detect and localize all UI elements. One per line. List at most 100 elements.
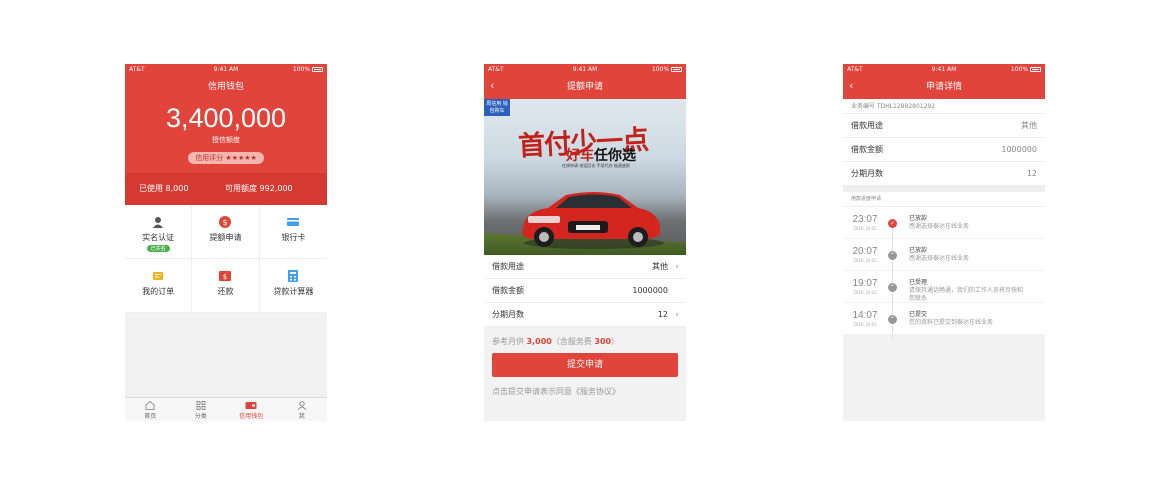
arrow-up-icon: ⌃ — [888, 251, 897, 260]
battery-icon — [312, 67, 323, 72]
banner-features: 在线申请 电话回访 手续代办 极速放款 — [562, 163, 630, 168]
svg-text:$: $ — [223, 273, 227, 281]
dollar-icon: $ — [219, 216, 232, 228]
agreement-link[interactable]: 点击提交申请表示同意《服务协议》 — [484, 377, 686, 397]
arrow-up-icon: ⌃ — [888, 283, 897, 292]
used-amount: 已使用 8,000 — [139, 184, 189, 193]
row-value: 1000000 — [632, 286, 668, 295]
tab-category[interactable]: 分类 — [176, 398, 227, 421]
apply-header: AT&T 9:41 AM 100% ‹ 提额申请 — [484, 64, 686, 99]
grid-item-repay[interactable]: $ 还款 — [192, 259, 260, 313]
grid-item-orders[interactable]: 我的订单 — [125, 259, 193, 313]
function-grid: 实名认证 已实名 $ 提额申请 银行卡 我的订单 $ 还款 贷款计算器 — [125, 205, 327, 313]
item-date: 2016-10-05 — [853, 226, 877, 231]
status-bar: AT&T 9:41 AM 100% — [484, 64, 686, 76]
item-title: 已受理 — [909, 279, 928, 286]
home-icon — [145, 401, 155, 410]
category-icon — [196, 401, 206, 410]
tab-label: 分类 — [194, 413, 207, 420]
row-value: 12 — [657, 310, 668, 319]
wallet-icon — [245, 402, 257, 409]
credit-amount: 3,400,000 — [165, 103, 287, 133]
banner-ribbon: 周信用 钱包购车 — [484, 99, 510, 116]
tab-label: 首页 — [144, 413, 157, 420]
order-icon — [153, 272, 164, 280]
grid-item-verify[interactable]: 实名认证 已实名 — [125, 205, 193, 259]
credit-summary: 3,400,000 授信额度 信用评分 ★★★★★ 已使用 8,000 可用额度… — [125, 99, 327, 205]
battery-label: 100% — [651, 66, 670, 73]
form-row-months[interactable]: 分期月数 12 › — [484, 303, 686, 327]
tab-label: 信用钱包 — [239, 413, 264, 420]
progress-title: 用款进度申请 — [843, 192, 1045, 207]
progress-timeline: 23:07 2016-10-05 ✓ 已放款 感谢选择泰达在线业务 20:07 … — [843, 207, 1045, 339]
item-desc: 您的资料已提交到泰达在线业务 — [909, 319, 994, 326]
detail-header: AT&T 9:41 AM 100% ‹ 申请详情 — [843, 64, 1045, 99]
grid-item-calculator[interactable]: 贷款计算器 — [259, 259, 327, 313]
promo-banner[interactable]: 周信用 钱包购车 首付少一点 好车任你选 在线申请 电话回访 手续代办 极速放款 — [484, 99, 686, 255]
row-value: 其他 — [652, 262, 668, 271]
bank-card-icon — [287, 218, 300, 226]
battery-icon — [1030, 67, 1041, 72]
info-row-months: 分期月数 12 — [843, 162, 1045, 186]
item-title: 已提交 — [909, 311, 928, 318]
credit-amount-label: 授信额度 — [212, 136, 240, 144]
grid-item-label: 银行卡 — [281, 233, 306, 242]
timeline-item: 14:07 2016-10-01 ⌃ 已提交 您的资料已提交到泰达在线业务 — [843, 303, 1045, 335]
grid-item-label: 贷款计算器 — [273, 287, 314, 296]
item-desc: 感谢选择泰达在线业务 — [909, 223, 970, 230]
tab-me[interactable]: 我 — [277, 398, 328, 421]
repay-icon: $ — [219, 271, 232, 281]
usage-bar: 已使用 8,000 可用额度 992,000 — [125, 173, 327, 205]
detail-screen: AT&T 9:41 AM 100% ‹ 申请详情 业务编号 TDHL128928… — [843, 64, 1045, 421]
slogan-highlight: 好车 — [566, 148, 594, 164]
battery-label: 100% — [1010, 66, 1029, 73]
fee-amount: 3,000 — [526, 337, 552, 346]
item-desc: 感谢选择泰达在线业务 — [909, 255, 970, 262]
row-label: 分期月数 — [851, 169, 883, 178]
status-bar: AT&T 9:41 AM 100% — [843, 64, 1045, 76]
wallet-screen: AT&T 9:41 AM 100% 信用钱包 3,400,000 授信额度 信用… — [125, 64, 327, 421]
verified-badge: 已实名 — [146, 245, 170, 252]
grid-item-raise-limit[interactable]: $ 提额申请 — [192, 205, 260, 259]
row-label: 借款用途 — [492, 262, 524, 271]
item-time: 19:07 — [852, 278, 878, 289]
check-icon: ✓ — [888, 219, 897, 228]
grid-item-label: 实名认证 — [142, 233, 175, 242]
wallet-header: AT&T 9:41 AM 100% 信用钱包 3,400,000 授信额度 信用… — [125, 64, 327, 205]
submit-button[interactable]: 提交申请 — [492, 353, 678, 377]
grid-item-label: 提额申请 — [209, 233, 242, 242]
row-label: 借款金额 — [851, 145, 883, 154]
row-label: 分期月数 — [492, 310, 524, 319]
navbar: ‹ 申请详情 — [843, 76, 1045, 99]
back-icon[interactable]: ‹ — [490, 76, 494, 96]
tab-label: 我 — [298, 413, 305, 420]
tab-bar: 首页 分类 信用钱包 我 — [125, 397, 327, 421]
fee-prefix: 参考月供 — [492, 337, 524, 346]
fee-suffix: ） — [611, 337, 620, 346]
back-icon[interactable]: ‹ — [849, 76, 853, 96]
item-title: 已放款 — [909, 215, 928, 222]
item-time: 14:07 — [852, 310, 878, 321]
page-title: 信用钱包 — [207, 82, 244, 92]
form-row-amount[interactable]: 借款金额 1000000 — [484, 279, 686, 303]
tab-home[interactable]: 首页 — [125, 398, 176, 421]
item-date: 2016-10-02 — [853, 290, 877, 295]
item-date: 2016-10-05 — [853, 258, 877, 263]
arrow-up-icon: ⌃ — [888, 315, 897, 324]
row-value: 1000000 — [1001, 145, 1037, 154]
loan-form: 借款用途 其他 › 借款金额 1000000 分期月数 12 › — [484, 255, 686, 327]
row-value: 12 — [1026, 169, 1037, 178]
car-image — [522, 192, 664, 249]
available-amount: 可用额度 992,000 — [225, 184, 293, 193]
credit-score-badge[interactable]: 信用评分 ★★★★★ — [188, 152, 264, 164]
timeline-item: 19:07 2016-10-02 ⌃ 已受理 请保持通话畅通，我们的工作人员将尽… — [843, 271, 1045, 303]
form-row-purpose[interactable]: 借款用途 其他 › — [484, 255, 686, 279]
user-icon — [153, 217, 164, 228]
tab-wallet[interactable]: 信用钱包 — [226, 398, 277, 421]
apply-screen: AT&T 9:41 AM 100% ‹ 提额申请 周信用 钱包购车 首付少一点 … — [484, 64, 686, 421]
battery-icon — [671, 67, 682, 72]
battery: 100% — [652, 66, 682, 73]
fee-mid: （含服务费 — [551, 337, 592, 346]
page-title: 申请详情 — [925, 82, 962, 92]
grid-item-bank-card[interactable]: 银行卡 — [259, 205, 327, 259]
